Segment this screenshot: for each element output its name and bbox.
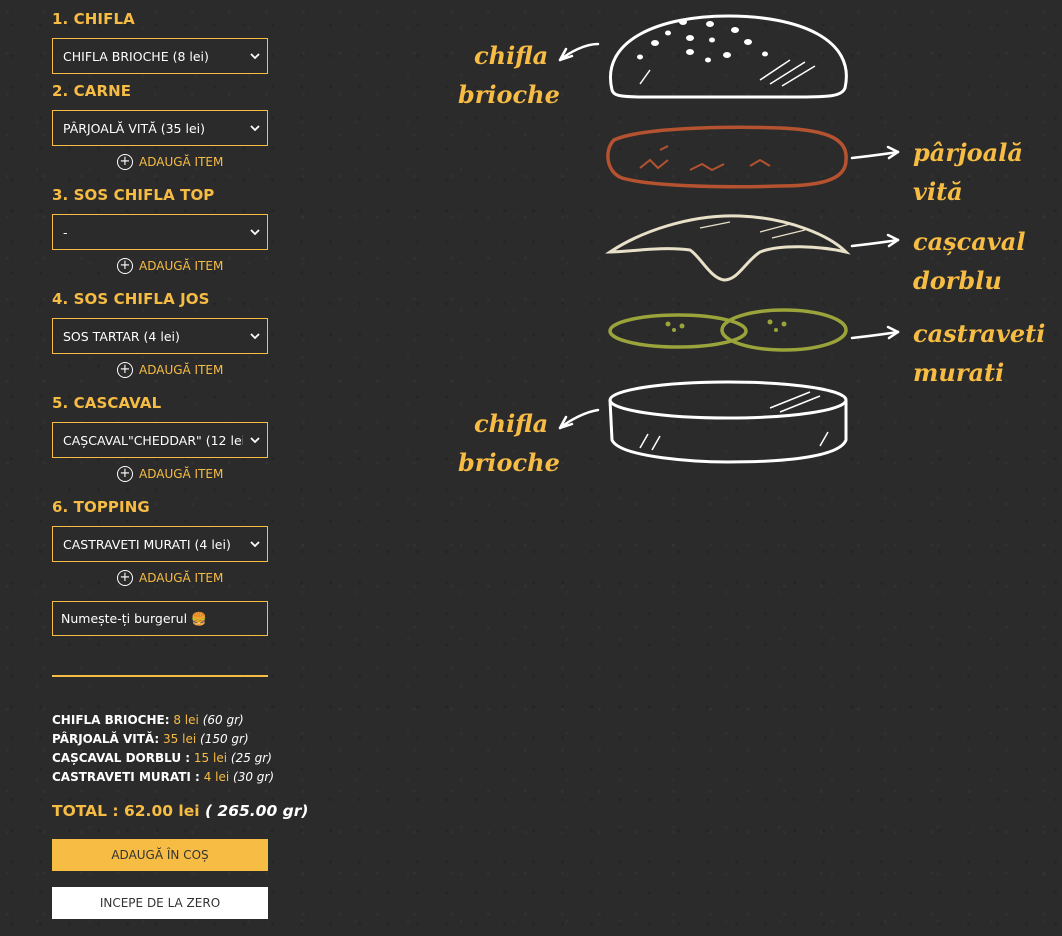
label-patty-line1: pârjoală xyxy=(913,138,1023,167)
arrow-icons xyxy=(558,42,900,430)
arrow-left-icon xyxy=(558,408,600,430)
top-bun-drawing xyxy=(609,14,848,99)
bottom-bun-drawing xyxy=(608,380,848,464)
label-cheese-line2: dorblu xyxy=(913,266,1002,295)
arrow-right-icon xyxy=(850,145,900,160)
label-pickles-line1: castraveti xyxy=(913,319,1046,348)
label-top-bun-line1: chifla xyxy=(474,41,549,70)
pickles-drawing xyxy=(608,308,848,352)
cheese-drawing xyxy=(605,214,851,282)
label-bottom-bun-line2: brioche xyxy=(458,448,560,477)
label-patty-line2: vită xyxy=(913,177,963,206)
arrow-left-icon xyxy=(558,42,600,62)
arrow-right-icon xyxy=(850,233,900,248)
label-top-bun-line2: brioche xyxy=(458,80,560,109)
label-pickles-line2: murati xyxy=(913,358,1005,387)
label-bottom-bun-line1: chifla xyxy=(474,409,549,438)
arrow-right-icon xyxy=(850,325,900,340)
label-cheese-line1: cașcaval xyxy=(913,227,1026,256)
patty-drawing xyxy=(606,125,848,189)
